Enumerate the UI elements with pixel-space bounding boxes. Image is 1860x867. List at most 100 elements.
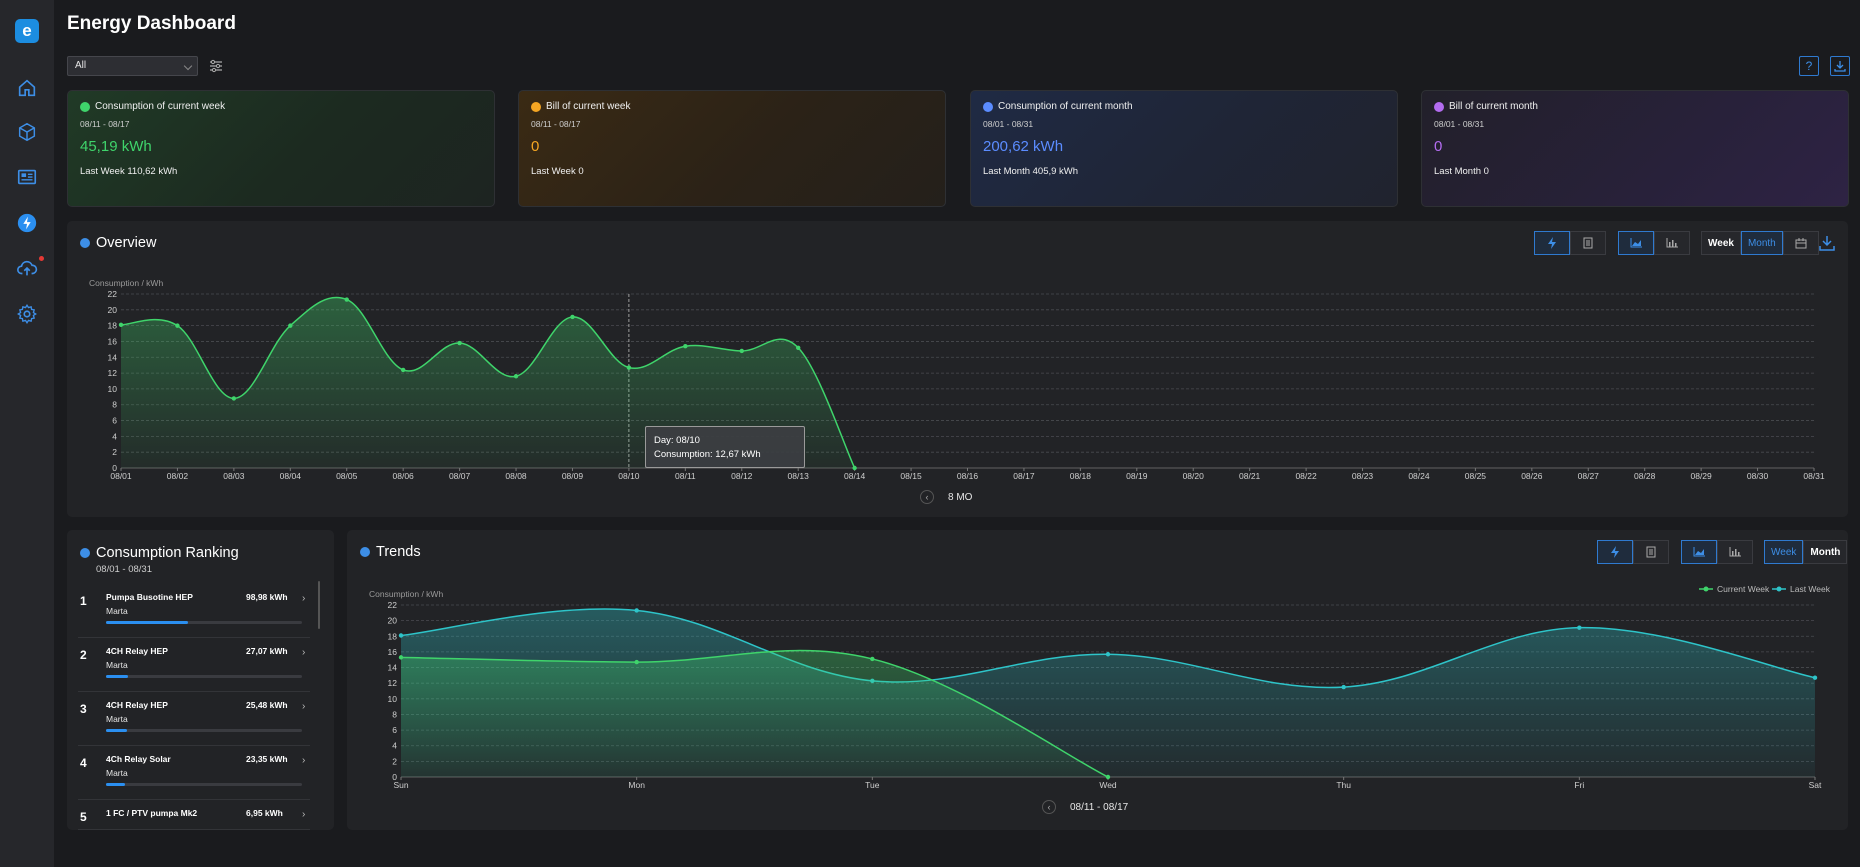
y-tick-label: 12 bbox=[388, 678, 398, 688]
help-button[interactable]: ? bbox=[1799, 56, 1819, 76]
y-tick-label: 6 bbox=[392, 725, 397, 735]
chevron-right-icon: › bbox=[302, 647, 306, 658]
trends-metric-toggle bbox=[1597, 540, 1669, 564]
rank-progress-fill bbox=[106, 675, 128, 678]
rank-number: 2 bbox=[80, 648, 87, 662]
app-logo[interactable]: e bbox=[15, 19, 39, 43]
data-point bbox=[1577, 625, 1582, 630]
y-tick-label: 20 bbox=[108, 305, 118, 315]
overview-icon bbox=[80, 238, 90, 248]
help-icon: ? bbox=[1805, 59, 1813, 73]
ranking-item[interactable]: 1 Pumpa Busotine HEP 98,98 kWh Marta › bbox=[78, 584, 310, 638]
bill-icon bbox=[1646, 546, 1656, 558]
bill-mode-button[interactable] bbox=[1570, 231, 1606, 255]
card-range: 08/11 - 08/17 bbox=[80, 119, 130, 129]
energy-mode-button[interactable] bbox=[1534, 231, 1570, 255]
y-tick-label: 8 bbox=[112, 400, 117, 410]
ranking-scrollbar[interactable] bbox=[318, 581, 320, 629]
period-month-button[interactable]: Month bbox=[1803, 540, 1848, 564]
data-point bbox=[398, 633, 404, 638]
lightning-icon bbox=[1548, 237, 1556, 249]
y-axis-label: Consumption / kWh bbox=[89, 278, 163, 288]
bar-chart-button[interactable] bbox=[1717, 540, 1753, 564]
ranking-item[interactable]: 3 4CH Relay HEP 25,48 kWh Marta › bbox=[78, 692, 310, 746]
chevron-right-icon: › bbox=[302, 755, 306, 766]
home-icon[interactable] bbox=[13, 74, 41, 102]
overview-download-icon[interactable] bbox=[1819, 235, 1835, 251]
tooltip-value: Consumption: 12,67 kWh bbox=[654, 449, 761, 460]
device-filter-select[interactable]: All bbox=[67, 56, 198, 76]
x-tick-label: 08/18 bbox=[1070, 471, 1092, 481]
chevron-down-icon bbox=[183, 61, 193, 71]
filter-settings-icon[interactable] bbox=[209, 59, 223, 73]
data-point bbox=[1341, 684, 1346, 690]
trends-period-toggle: Week Month bbox=[1764, 540, 1848, 564]
legend-label: Last Week bbox=[1790, 584, 1831, 594]
x-tick-label: 08/24 bbox=[1408, 471, 1430, 481]
calendar-button[interactable] bbox=[1782, 231, 1819, 255]
area-chart-button[interactable] bbox=[1681, 540, 1717, 564]
ranking-list: 1 Pumpa Busotine HEP 98,98 kWh Marta › 2 4CH R… bbox=[78, 584, 310, 830]
card-month-consumption: Consumption of current month 08/01 - 08/… bbox=[970, 90, 1398, 207]
data-point bbox=[1105, 652, 1111, 657]
y-tick-label: 2 bbox=[392, 756, 397, 766]
ranking-item[interactable]: 5 1 FC / PTV pumpa Mk2 6,95 kWh › bbox=[78, 800, 310, 830]
x-tick-label: 08/17 bbox=[1013, 471, 1035, 481]
ranking-range: 08/01 - 08/31 bbox=[96, 564, 152, 575]
lightning-icon bbox=[1611, 546, 1619, 558]
rank-number: 4 bbox=[80, 756, 87, 770]
period-week-button[interactable]: Week bbox=[1764, 540, 1804, 564]
ranking-item[interactable]: 2 4CH Relay HEP 27,07 kWh Marta › bbox=[78, 638, 310, 692]
area-chart-button[interactable] bbox=[1618, 231, 1654, 255]
x-tick-label: 08/31 bbox=[1803, 471, 1825, 481]
notification-dot bbox=[39, 256, 44, 261]
y-tick-label: 20 bbox=[388, 616, 398, 626]
energy-icon[interactable] bbox=[13, 209, 41, 237]
export-button[interactable] bbox=[1830, 56, 1850, 76]
y-tick-label: 12 bbox=[108, 368, 118, 378]
rank-progress-fill bbox=[106, 729, 127, 732]
prev-page-button[interactable]: ‹ bbox=[920, 490, 934, 504]
prev-page-button[interactable]: ‹ bbox=[1042, 800, 1056, 814]
card-dot-icon bbox=[983, 101, 993, 112]
rank-device-name: 4CH Relay HEP bbox=[106, 700, 168, 710]
y-tick-label: 22 bbox=[388, 600, 398, 610]
rank-owner: Marta bbox=[106, 660, 128, 670]
y-tick-label: 10 bbox=[388, 694, 398, 704]
y-tick-label: 22 bbox=[108, 289, 118, 299]
chart-tooltip: Day: 08/10 Consumption: 12,67 kWh bbox=[645, 426, 805, 468]
legend-marker bbox=[1776, 586, 1782, 592]
area-chart-icon bbox=[1630, 238, 1642, 248]
rank-value: 98,98 kWh bbox=[246, 592, 288, 602]
x-tick-label: Thu bbox=[1336, 780, 1351, 790]
x-tick-label: 08/14 bbox=[844, 471, 866, 481]
x-tick-label: 08/03 bbox=[223, 471, 245, 481]
cloud-upload-icon[interactable] bbox=[13, 254, 41, 282]
bar-chart-button[interactable] bbox=[1654, 231, 1690, 255]
card-title: Consumption of current week bbox=[95, 101, 226, 112]
x-tick-label: 08/29 bbox=[1690, 471, 1712, 481]
card-dot-icon bbox=[1434, 101, 1444, 112]
card-range: 08/01 - 08/31 bbox=[1434, 119, 1485, 129]
x-tick-label: 08/25 bbox=[1465, 471, 1487, 481]
app-root: e Energy Dashboard All ? Consumption of … bbox=[0, 0, 1860, 867]
settings-icon[interactable] bbox=[13, 300, 41, 328]
dashboard-icon[interactable] bbox=[13, 163, 41, 191]
energy-mode-button[interactable] bbox=[1597, 540, 1633, 564]
cube-icon[interactable] bbox=[13, 118, 41, 146]
rank-progress-bar bbox=[106, 621, 302, 624]
ranking-item[interactable]: 4 4Ch Relay Solar 23,35 kWh Marta › bbox=[78, 746, 310, 800]
period-month-button[interactable]: Month bbox=[1740, 231, 1783, 255]
bill-mode-button[interactable] bbox=[1633, 540, 1669, 564]
x-tick-label: 08/12 bbox=[731, 471, 753, 481]
data-point bbox=[231, 396, 237, 401]
rank-owner: Marta bbox=[106, 768, 128, 778]
rank-number: 1 bbox=[80, 594, 87, 608]
period-week-button[interactable]: Week bbox=[1701, 231, 1741, 255]
x-tick-label: 08/19 bbox=[1126, 471, 1148, 481]
chevron-right-icon: › bbox=[302, 593, 306, 604]
x-tick-label: Sat bbox=[1809, 780, 1822, 790]
card-week-consumption: Consumption of current week 08/11 - 08/1… bbox=[67, 90, 495, 207]
x-tick-label: 08/06 bbox=[393, 471, 415, 481]
data-point bbox=[513, 374, 519, 379]
